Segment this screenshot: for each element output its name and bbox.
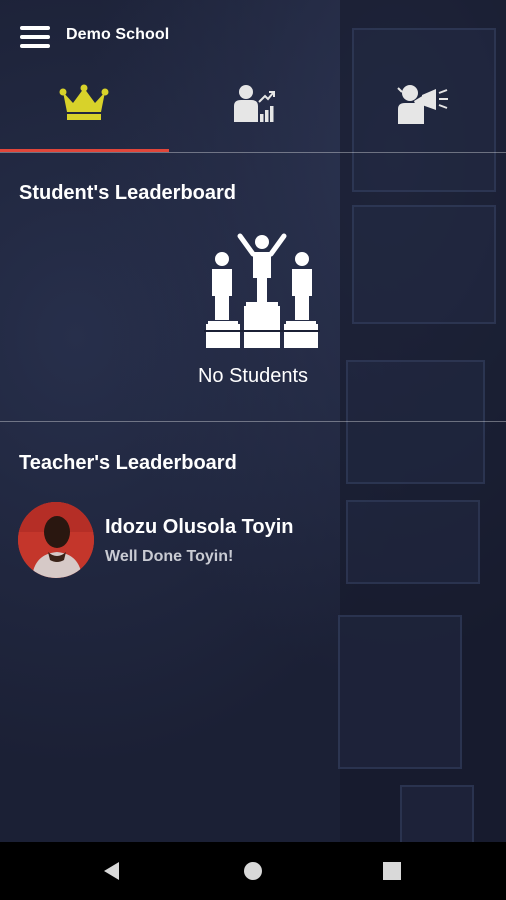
home-button[interactable] — [223, 842, 283, 900]
tab-performance[interactable] — [169, 74, 338, 152]
hamburger-icon-line — [20, 44, 50, 48]
no-students-text: No Students — [197, 365, 309, 387]
system-nav-bar — [0, 842, 506, 900]
teacher-leaderboard-title: Teacher's Leaderboard — [19, 452, 237, 474]
section-divider — [0, 421, 506, 422]
teacher-name: Idozu Olusola Toyin — [105, 516, 294, 538]
tab-leaderboard[interactable] — [0, 74, 169, 152]
tab-divider — [0, 152, 506, 153]
avatar — [18, 502, 94, 578]
student-leaderboard-title: Student's Leaderboard — [19, 182, 237, 204]
background-window — [400, 785, 474, 844]
podium-winners-icon — [204, 230, 320, 348]
back-icon — [104, 862, 119, 880]
megaphone-person-icon — [394, 84, 450, 129]
home-icon — [244, 862, 262, 880]
app-title: Demo School — [66, 26, 170, 43]
person-chart-icon — [231, 84, 275, 129]
app-bar: Demo School — [0, 0, 506, 74]
menu-button[interactable] — [18, 24, 52, 50]
recents-icon — [383, 862, 401, 880]
tab-bar — [0, 74, 506, 152]
hamburger-icon-line — [20, 35, 50, 39]
teacher-note: Well Done Toyin! — [105, 548, 234, 565]
teacher-list-item[interactable]: Idozu Olusola Toyin Well Done Toyin! — [18, 502, 488, 580]
screen: Demo School Student's Leaderboard No Stu… — [0, 0, 506, 900]
tab-announcements[interactable] — [337, 74, 506, 152]
crown-icon — [59, 84, 109, 127]
back-button[interactable] — [82, 842, 142, 900]
hamburger-icon-line — [20, 26, 50, 30]
recents-button[interactable] — [362, 842, 422, 900]
background-window — [338, 615, 462, 769]
background-window — [352, 205, 496, 324]
